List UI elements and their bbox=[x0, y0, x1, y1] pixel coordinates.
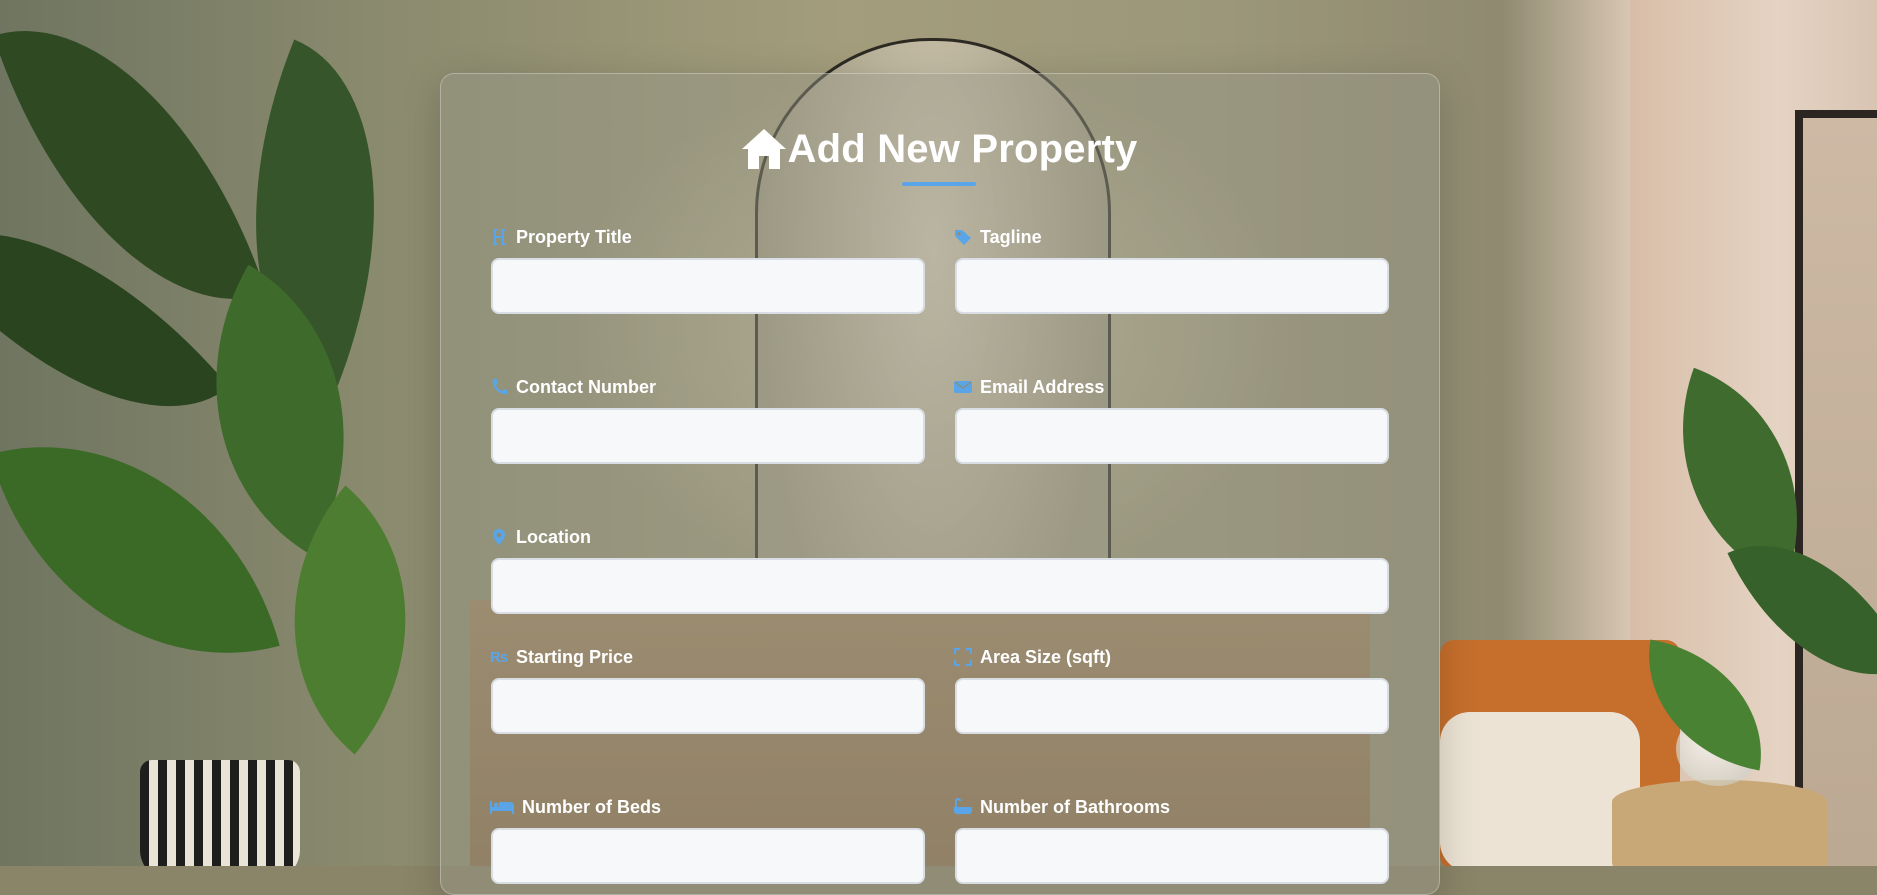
map-pin-icon bbox=[490, 528, 508, 546]
number-of-beds-input[interactable] bbox=[491, 828, 925, 884]
contact-number-label: Contact Number bbox=[490, 375, 656, 399]
location-input[interactable] bbox=[491, 558, 1389, 614]
number-of-beds-label-text: Number of Beds bbox=[522, 796, 662, 817]
background-side-table bbox=[1612, 780, 1827, 866]
property-title-label-text: Property Title bbox=[516, 226, 632, 247]
area-size-label: Area Size (sqft) bbox=[954, 645, 1111, 669]
tagline-label: Tagline bbox=[954, 225, 1042, 249]
number-of-beds-label: Number of Beds bbox=[490, 795, 661, 819]
property-title-label: Property Title bbox=[490, 225, 632, 249]
number-of-bathrooms-input[interactable] bbox=[955, 828, 1389, 884]
area-size-input[interactable] bbox=[955, 678, 1389, 734]
email-address-label: Email Address bbox=[954, 375, 1104, 399]
tagline-input[interactable] bbox=[955, 258, 1389, 314]
heading-icon bbox=[490, 228, 508, 246]
bed-icon bbox=[490, 798, 514, 816]
tag-icon bbox=[954, 228, 972, 246]
email-address-label-text: Email Address bbox=[980, 376, 1105, 397]
location-label: Location bbox=[490, 525, 591, 549]
number-of-bathrooms-label: Number of Bathrooms bbox=[954, 795, 1170, 819]
starting-price-input[interactable] bbox=[491, 678, 925, 734]
contact-number-input[interactable] bbox=[491, 408, 925, 464]
starting-price-label: ₨ Starting Price bbox=[490, 645, 633, 669]
phone-icon bbox=[490, 378, 508, 396]
page-title: Add New Property bbox=[787, 127, 1138, 171]
location-label-text: Location bbox=[516, 526, 591, 547]
house-icon bbox=[740, 127, 788, 171]
contact-number-label-text: Contact Number bbox=[516, 376, 657, 397]
tagline-label-text: Tagline bbox=[980, 226, 1042, 247]
bath-icon bbox=[954, 798, 972, 816]
number-of-bathrooms-label-text: Number of Bathrooms bbox=[980, 796, 1171, 817]
background-cushion bbox=[1440, 712, 1640, 866]
rupee-icon: ₨ bbox=[489, 648, 509, 666]
area-size-label-text: Area Size (sqft) bbox=[980, 646, 1112, 667]
envelope-icon bbox=[954, 378, 972, 396]
background-floor-mirror bbox=[1795, 110, 1877, 866]
email-address-input[interactable] bbox=[955, 408, 1389, 464]
starting-price-label-text: Starting Price bbox=[516, 646, 634, 667]
form-card bbox=[440, 73, 1440, 895]
expand-icon bbox=[954, 648, 972, 666]
property-title-input[interactable] bbox=[491, 258, 925, 314]
title-underline bbox=[902, 182, 976, 186]
form-header: Add New Property bbox=[0, 125, 1877, 173]
background-plant-pot bbox=[140, 760, 300, 866]
